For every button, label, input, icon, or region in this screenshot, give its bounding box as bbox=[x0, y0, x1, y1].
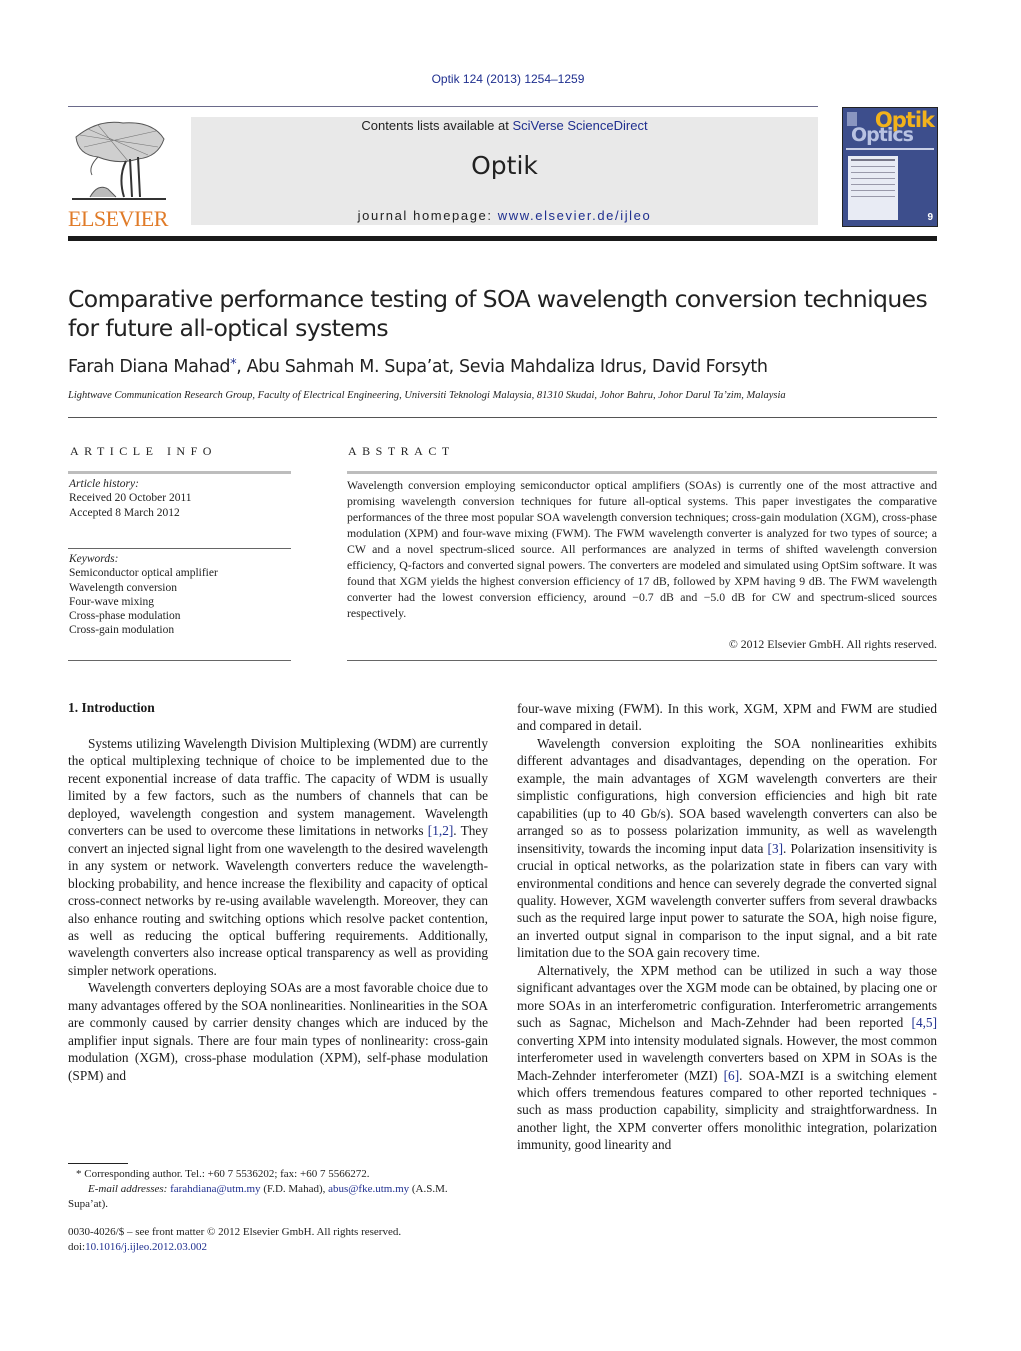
affiliation: Lightwave Communication Research Group, … bbox=[68, 390, 786, 401]
author-others: , Abu Sahmah M. Supa’at, Sevia Mahdaliza… bbox=[236, 357, 768, 377]
footnote: * Corresponding author. Tel.: +60 7 5536… bbox=[68, 1167, 488, 1212]
email-label: E-mail addresses: bbox=[88, 1183, 168, 1195]
front-matter: 0030-4026/$ – see front matter © 2012 El… bbox=[68, 1225, 488, 1255]
journal-cover-thumbnail[interactable]: Optik Optics 9 bbox=[842, 107, 938, 227]
accepted-date: Accepted 8 March 2012 bbox=[69, 506, 180, 519]
keyword-item: Semiconductor optical amplifier bbox=[69, 567, 218, 580]
keywords-block: Keywords: Semiconductor optical amplifie… bbox=[69, 552, 218, 638]
cover-subtitle-bar bbox=[846, 148, 934, 150]
doi-line: doi:10.1016/j.ijleo.2012.03.002 bbox=[68, 1240, 488, 1255]
contents-line: Contents lists available at SciVerse Sci… bbox=[191, 118, 818, 133]
paragraph-text: Wavelength conversion exploiting the SOA… bbox=[517, 735, 937, 856]
citation-link[interactable]: [3] bbox=[768, 841, 784, 856]
elsevier-wordmark[interactable]: ELSEVIER bbox=[68, 206, 168, 232]
doi-link[interactable]: 10.1016/j.ijleo.2012.03.002 bbox=[85, 1241, 207, 1253]
email-owner: (F.D. Mahad), bbox=[260, 1183, 329, 1195]
paragraph-text: . They convert an injected signal light … bbox=[68, 823, 488, 978]
author-first[interactable]: Farah Diana Mahad bbox=[68, 357, 231, 377]
cover-title-optics: Optics bbox=[851, 124, 914, 146]
keyword-item: Cross-phase modulation bbox=[69, 610, 181, 623]
homepage-prefix: journal homepage: bbox=[357, 208, 498, 223]
body-column-left: Systems utilizing Wavelength Division Mu… bbox=[68, 735, 488, 1084]
contents-prefix: Contents lists available at bbox=[361, 118, 513, 133]
article-history: Article history: Received 20 October 201… bbox=[69, 477, 192, 520]
history-divider bbox=[68, 548, 291, 549]
body-column-right: four-wave mixing (FWM). In this work, XG… bbox=[517, 700, 937, 1154]
citation-link[interactable]: [6] bbox=[724, 1068, 740, 1083]
keyword-item: Cross-gain modulation bbox=[69, 624, 175, 637]
journal-name: Optik bbox=[471, 151, 538, 180]
history-label: Article history: bbox=[69, 478, 139, 490]
paragraph-text: . Polarization insensitivity is crucial … bbox=[517, 840, 938, 961]
abstract-end-divider bbox=[347, 660, 937, 661]
paragraph: four-wave mixing (FWM). In this work, XG… bbox=[517, 701, 937, 734]
tree-icon bbox=[72, 121, 166, 200]
article-info-heading: ARTICLE INFO bbox=[70, 444, 217, 458]
article-info-divider bbox=[68, 471, 291, 474]
corresponding-author-note: * Corresponding author. Tel.: +60 7 5536… bbox=[68, 1167, 488, 1182]
paragraph: Alternatively, the XPM method can be uti… bbox=[517, 962, 937, 1154]
email-link[interactable]: farahdiana@utm.my bbox=[170, 1183, 260, 1195]
paragraph-text: Alternatively, the XPM method can be uti… bbox=[517, 962, 937, 1031]
sciencedirect-link[interactable]: SciVerse ScienceDirect bbox=[512, 118, 647, 133]
section-heading-introduction: 1. Introduction bbox=[68, 700, 155, 715]
header-thick-divider bbox=[68, 236, 937, 241]
abstract-copyright: © 2012 Elsevier GmbH. All rights reserve… bbox=[728, 637, 937, 651]
paragraph: Wavelength conversion exploiting the SOA… bbox=[517, 735, 937, 962]
author-list: Farah Diana Mahad*, Abu Sahmah M. Supa’a… bbox=[68, 357, 768, 377]
paragraph: Systems utilizing Wavelength Division Mu… bbox=[68, 735, 488, 979]
journal-citation[interactable]: Optik 124 (2013) 1254–1259 bbox=[0, 72, 1016, 86]
homepage-link[interactable]: www.elsevier.de/ijleo bbox=[498, 208, 652, 223]
cover-contents-box bbox=[848, 156, 898, 220]
abstract-divider bbox=[347, 471, 937, 474]
received-date: Received 20 October 2011 bbox=[69, 492, 192, 505]
contact-details: Corresponding author. Tel.: +60 7 553620… bbox=[81, 1168, 370, 1180]
journal-banner: Contents lists available at SciVerse Sci… bbox=[191, 117, 818, 225]
citation-link[interactable]: [1,2] bbox=[428, 823, 453, 838]
email-addresses: E-mail addresses: farahdiana@utm.my (F.D… bbox=[68, 1182, 488, 1212]
citation-link[interactable]: [4,5] bbox=[912, 1015, 937, 1030]
article-title: Comparative performance testing of SOA w… bbox=[68, 285, 928, 342]
issn-line: 0030-4026/$ – see front matter © 2012 El… bbox=[68, 1226, 402, 1238]
cover-issue-number: 9 bbox=[927, 212, 933, 223]
abstract-text: Wavelength conversion employing semicond… bbox=[347, 478, 937, 620]
email-link[interactable]: abus@fke.utm.my bbox=[328, 1183, 409, 1195]
keywords-label: Keywords: bbox=[69, 553, 119, 565]
homepage-line: journal homepage: www.elsevier.de/ijleo bbox=[191, 208, 818, 223]
paragraph: Wavelength converters deploying SOAs are… bbox=[68, 980, 488, 1083]
header-divider bbox=[68, 106, 818, 107]
affiliation-divider bbox=[68, 417, 937, 418]
keyword-item: Four-wave mixing bbox=[69, 595, 155, 608]
footnote-divider bbox=[68, 1163, 128, 1164]
paragraph-text: Systems utilizing Wavelength Division Mu… bbox=[68, 736, 488, 839]
doi-prefix: doi: bbox=[68, 1241, 86, 1253]
keyword-item: Wavelength conversion bbox=[69, 581, 177, 594]
keywords-divider bbox=[68, 660, 291, 661]
abstract-heading: ABSTRACT bbox=[348, 444, 455, 458]
